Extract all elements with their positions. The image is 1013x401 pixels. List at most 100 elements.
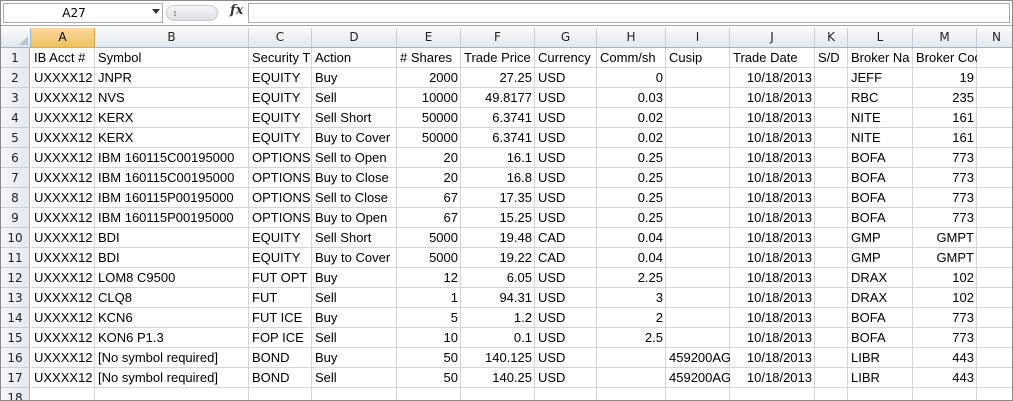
table-cell[interactable]: 0.03 [597, 88, 666, 108]
table-cell[interactable]: 17.35 [461, 188, 535, 208]
table-cell[interactable]: RBC [848, 88, 913, 108]
table-cell[interactable]: Sell [312, 288, 397, 308]
table-cell[interactable]: 19.22 [461, 248, 535, 268]
table-cell[interactable]: UXXXX12 [31, 228, 95, 248]
table-cell[interactable]: OPTIONS [249, 208, 312, 228]
table-cell[interactable]: EQUITY [249, 68, 312, 88]
table-cell[interactable]: UXXXX12 [31, 328, 95, 348]
table-cell[interactable]: IBM 160115C00195000 [95, 168, 249, 188]
table-cell[interactable]: 0.02 [597, 128, 666, 148]
table-cell[interactable]: GMPT [913, 228, 977, 248]
table-cell[interactable]: BOFA [848, 168, 913, 188]
column-header-c[interactable]: C [249, 28, 312, 47]
table-cell[interactable]: 27.25 [461, 68, 535, 88]
header-cell[interactable]: Comm/sh [597, 48, 666, 68]
table-cell[interactable]: FOP ICE [249, 328, 312, 348]
table-cell[interactable]: 10/18/2013 [730, 108, 815, 128]
table-cell[interactable]: LIBR [848, 348, 913, 368]
table-cell[interactable]: 0 [597, 68, 666, 88]
table-cell[interactable]: 773 [913, 308, 977, 328]
table-cell[interactable]: Buy [312, 68, 397, 88]
table-cell[interactable]: 3 [597, 288, 666, 308]
table-cell[interactable]: 10/18/2013 [730, 228, 815, 248]
table-cell[interactable]: 10000 [397, 88, 461, 108]
table-cell[interactable]: IBM 160115P00195000 [95, 188, 249, 208]
table-cell[interactable]: BDI [95, 228, 249, 248]
table-cell[interactable]: BDI [95, 248, 249, 268]
table-cell[interactable]: 10/18/2013 [730, 368, 815, 388]
table-cell[interactable]: 10/18/2013 [730, 68, 815, 88]
header-cell[interactable]: Trade Date [730, 48, 815, 68]
table-cell[interactable]: GMP [848, 248, 913, 268]
row-header-17[interactable]: 17 [1, 368, 30, 388]
table-cell[interactable]: 5 [397, 308, 461, 328]
row-header-7[interactable]: 7 [1, 168, 30, 188]
table-cell[interactable]: 459200AG [666, 348, 730, 368]
column-header-a[interactable]: A [31, 28, 95, 47]
table-cell[interactable]: Sell to Close [312, 188, 397, 208]
table-cell[interactable]: DRAX [848, 268, 913, 288]
column-header-l[interactable]: L [848, 28, 913, 47]
table-cell[interactable]: 5000 [397, 228, 461, 248]
table-cell[interactable]: BOFA [848, 328, 913, 348]
column-header-n[interactable]: N [977, 28, 1012, 47]
table-cell[interactable]: GMPT [913, 248, 977, 268]
table-cell[interactable]: Sell [312, 88, 397, 108]
header-cell[interactable]: Currency [535, 48, 597, 68]
column-header-i[interactable]: I [666, 28, 730, 47]
table-cell[interactable]: Sell Short [312, 108, 397, 128]
row-header-8[interactable]: 8 [1, 188, 30, 208]
table-cell[interactable]: 773 [913, 168, 977, 188]
row-header-9[interactable]: 9 [1, 208, 30, 228]
row-header-3[interactable]: 3 [1, 88, 30, 108]
table-cell[interactable]: 6.05 [461, 268, 535, 288]
table-cell[interactable]: 0.25 [597, 208, 666, 228]
table-cell[interactable]: EQUITY [249, 248, 312, 268]
table-cell[interactable]: Buy [312, 348, 397, 368]
table-cell[interactable]: 67 [397, 188, 461, 208]
table-cell[interactable]: BOFA [848, 148, 913, 168]
table-cell[interactable]: 140.25 [461, 368, 535, 388]
table-cell[interactable]: USD [535, 268, 597, 288]
table-cell[interactable]: UXXXX12 [31, 188, 95, 208]
table-cell[interactable]: UXXXX12 [31, 108, 95, 128]
table-cell[interactable]: 2.25 [597, 268, 666, 288]
row-header-14[interactable]: 14 [1, 308, 30, 328]
table-cell[interactable]: 20 [397, 148, 461, 168]
table-cell[interactable]: 10/18/2013 [730, 168, 815, 188]
table-cell[interactable]: 2000 [397, 68, 461, 88]
table-cell[interactable]: 12 [397, 268, 461, 288]
row-header-5[interactable]: 5 [1, 128, 30, 148]
table-cell[interactable]: OPTIONS [249, 188, 312, 208]
table-cell[interactable]: BOND [249, 348, 312, 368]
table-cell[interactable]: 161 [913, 108, 977, 128]
table-cell[interactable]: USD [535, 288, 597, 308]
header-cell[interactable]: Symbol [95, 48, 249, 68]
row-header-12[interactable]: 12 [1, 268, 30, 288]
row-header-6[interactable]: 6 [1, 148, 30, 168]
table-cell[interactable]: BOFA [848, 208, 913, 228]
table-cell[interactable]: USD [535, 188, 597, 208]
table-cell[interactable]: JEFF [848, 68, 913, 88]
table-cell[interactable]: 10/18/2013 [730, 348, 815, 368]
table-cell[interactable]: 5000 [397, 248, 461, 268]
table-cell[interactable]: UXXXX12 [31, 168, 95, 188]
column-header-k[interactable]: K [815, 28, 848, 47]
row-header-15[interactable]: 15 [1, 328, 30, 348]
table-cell[interactable]: 50000 [397, 108, 461, 128]
formula-input[interactable] [248, 3, 1010, 23]
table-cell[interactable]: 0.04 [597, 228, 666, 248]
chevron-down-icon[interactable] [152, 9, 160, 14]
table-cell[interactable]: IBM 160115C00195000 [95, 148, 249, 168]
table-cell[interactable]: Buy to Cover [312, 248, 397, 268]
table-cell[interactable]: USD [535, 88, 597, 108]
column-header-m[interactable]: M [913, 28, 977, 47]
header-cell[interactable]: S/D [815, 48, 848, 68]
row-header-10[interactable]: 10 [1, 228, 30, 248]
column-header-h[interactable]: H [597, 28, 666, 47]
table-cell[interactable]: USD [535, 328, 597, 348]
table-cell[interactable]: FUT OPT [249, 268, 312, 288]
header-cell[interactable]: Security T [249, 48, 312, 68]
table-cell[interactable]: 1.2 [461, 308, 535, 328]
table-cell[interactable]: Sell to Open [312, 148, 397, 168]
